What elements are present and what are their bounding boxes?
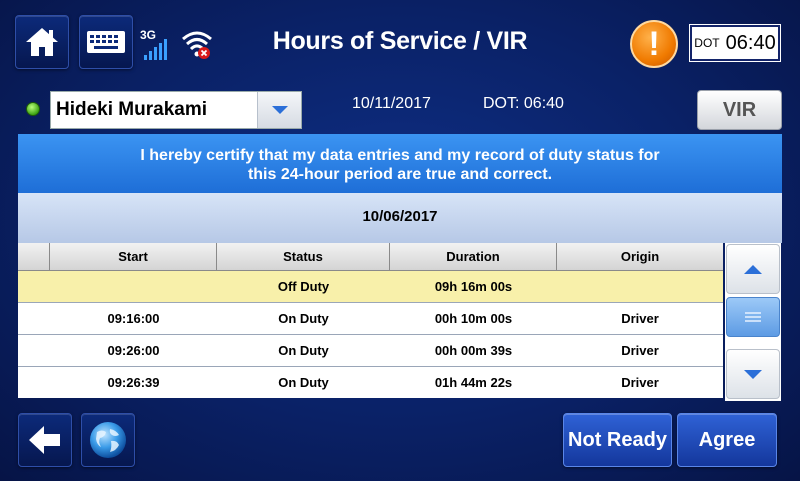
certification-line-1: I hereby certify that my data entries an… <box>140 147 660 164</box>
row-status: On Duty <box>278 343 329 358</box>
driver-name: Hideki Murakami <box>56 99 207 120</box>
network-indicator: 3G <box>139 28 173 62</box>
agree-button[interactable]: Agree <box>677 413 777 467</box>
row-origin <box>557 271 723 302</box>
row-status: Off Duty <box>277 279 330 294</box>
home-button[interactable] <box>15 15 69 69</box>
row-start <box>50 271 217 302</box>
home-icon <box>26 28 58 56</box>
row-status: On Duty <box>278 375 329 390</box>
keyboard-button[interactable] <box>79 15 133 69</box>
row-origin: Driver <box>621 311 659 326</box>
language-button[interactable] <box>81 413 135 467</box>
table-row[interactable]: 09:26:00 On Duty 00h 00m 39s Driver <box>18 335 723 367</box>
table-row[interactable]: 09:26:39 On Duty 01h 44m 22s Driver <box>18 367 723 398</box>
alert-icon: ! <box>648 24 660 63</box>
table-row[interactable]: 09:16:00 On Duty 00h 10m 00s Driver <box>18 303 723 335</box>
scroll-thumb[interactable] <box>726 297 780 337</box>
chevron-up-icon <box>744 264 762 274</box>
dot-clock: DOT 06:40 <box>689 24 781 62</box>
dot-clock-time: 06:40 <box>725 31 776 54</box>
certification-line-2: this 24-hour period are true and correct… <box>247 166 553 183</box>
column-header-start: Start <box>50 243 217 270</box>
row-status: On Duty <box>278 311 329 326</box>
current-date: 10/11/2017 <box>352 95 431 112</box>
back-arrow-icon <box>29 426 60 454</box>
signal-bars-icon <box>144 39 167 60</box>
dot-time-text: DOT: 06:40 <box>483 95 564 112</box>
wifi-disconnected-icon <box>182 31 212 59</box>
dot-clock-label: DOT <box>694 36 720 50</box>
certification-banner: I hereby certify that my data entries an… <box>18 134 782 193</box>
table-row[interactable]: Off Duty 09h 16m 00s <box>18 271 723 303</box>
driver-dropdown-button[interactable] <box>257 92 301 128</box>
driver-status-led <box>26 102 40 116</box>
chevron-down-icon <box>744 369 762 379</box>
row-selector-cell <box>18 271 50 302</box>
duty-status-table: Start Status Duration Origin Off Duty 09… <box>18 243 723 398</box>
alert-button[interactable]: ! <box>630 20 678 68</box>
scroll-up-button[interactable] <box>726 244 780 294</box>
driver-select[interactable]: Hideki Murakami <box>50 91 302 129</box>
grip-lines-icon <box>745 312 761 322</box>
page-title: Hours of Service / VIR <box>272 27 528 55</box>
header-selector-cell <box>18 243 50 270</box>
row-start: 09:16:00 <box>107 311 160 326</box>
back-button[interactable] <box>18 413 72 467</box>
globe-icon <box>90 422 126 458</box>
column-header-duration: Duration <box>390 243 557 270</box>
row-origin: Driver <box>621 343 659 358</box>
not-ready-button[interactable]: Not Ready <box>563 413 672 467</box>
row-selector-cell <box>18 335 50 366</box>
row-duration: 09h 16m 00s <box>434 279 513 294</box>
row-duration: 00h 00m 39s <box>434 343 513 358</box>
column-header-origin: Origin <box>620 249 660 264</box>
keyboard-icon <box>87 31 125 53</box>
row-origin: Driver <box>621 375 659 390</box>
log-date: 10/06/2017 <box>18 193 782 243</box>
row-duration: 00h 10m 00s <box>434 311 513 326</box>
table-header: Start Status Duration Origin <box>18 243 723 271</box>
column-header-status: Status <box>217 243 390 270</box>
scroll-down-button[interactable] <box>726 349 780 399</box>
row-start: 09:26:39 <box>107 375 160 390</box>
row-start: 09:26:00 <box>107 343 160 358</box>
chevron-down-icon <box>271 106 288 114</box>
row-selector-cell <box>18 303 50 334</box>
table-scrollbar[interactable] <box>725 243 781 401</box>
vir-button[interactable]: VIR <box>697 90 782 130</box>
row-duration: 01h 44m 22s <box>434 375 513 390</box>
row-selector-cell <box>18 367 50 398</box>
